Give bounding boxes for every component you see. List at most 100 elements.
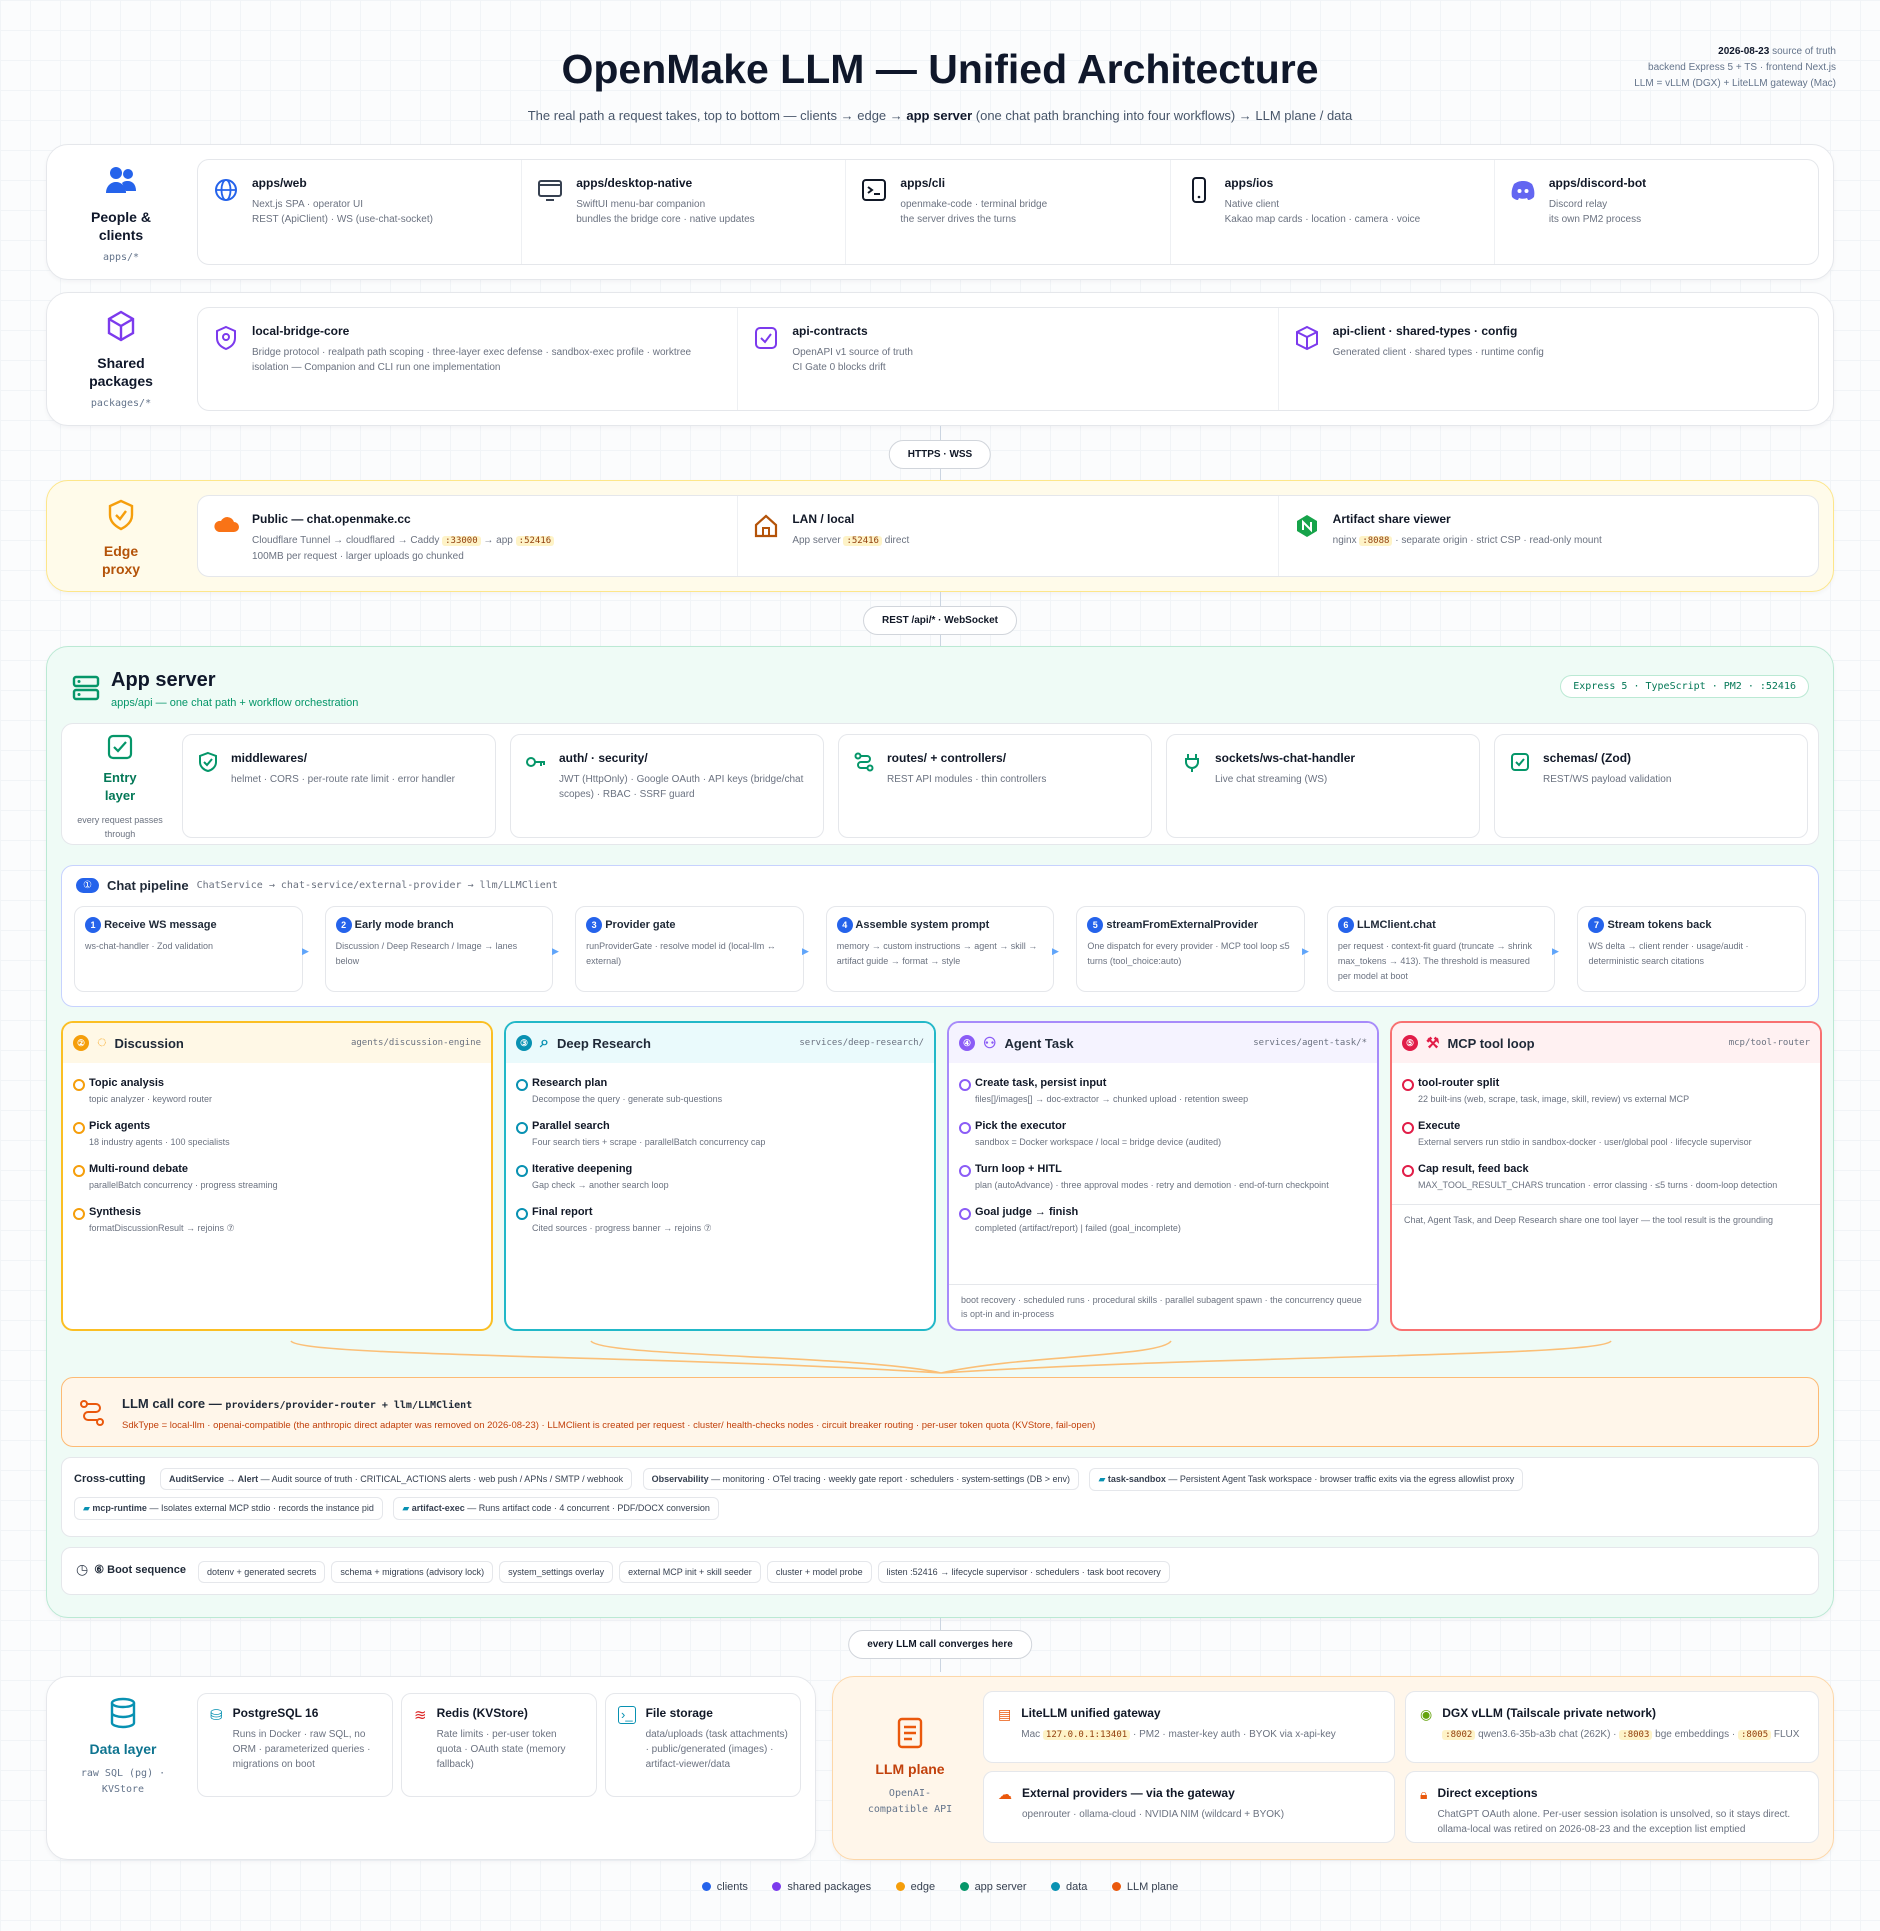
pipeline-step[interactable]: 4 Assemble system prompt memory → custom … xyxy=(825,906,1055,992)
pipeline-step[interactable]: 2 Early mode branch Discussion / Deep Res… xyxy=(324,906,554,992)
route-icon xyxy=(854,752,874,772)
boot-step: cluster + model probe xyxy=(766,1561,872,1583)
data-redis[interactable]: ≋ Redis (KVStore) Rate limits · per-user t… xyxy=(401,1693,597,1797)
docker-icon: ▰ xyxy=(402,1503,412,1513)
pipeline-step[interactable]: 7 Stream tokens back WS delta → client re… xyxy=(1577,906,1807,992)
data-postgres[interactable]: ⛁ PostgreSQL 16 Runs in Docker · raw SQL, … xyxy=(197,1693,393,1797)
page-title: OpenMake LLM — Unified Architecture xyxy=(561,46,1319,92)
cross-item[interactable]: ▰ task-sandbox — Persistent Agent Task w… xyxy=(1089,1468,1524,1491)
check-square-icon xyxy=(107,734,133,760)
boot-sequence: ◷ ⑥ Boot sequence dotenv + generated sec… xyxy=(61,1547,1819,1595)
home-icon xyxy=(755,514,778,538)
boot-step: system_settings overlay xyxy=(499,1561,614,1583)
entry-routes[interactable]: routes/ + controllers/REST API modules ·… xyxy=(838,734,1152,838)
shield-icon xyxy=(216,325,236,351)
workflow-agent-task[interactable]: ④ ⚇ Agent Task services/agent-task/* Create… xyxy=(947,1021,1379,1331)
edge-public[interactable]: Public — chat.openmake.cc Cloudflare Tunn… xyxy=(198,496,739,576)
server-icon xyxy=(72,675,100,701)
edge-artifact-viewer[interactable]: Artifact share viewer nginx :8088 · separ… xyxy=(1279,496,1818,576)
pipeline-steps: 1 Receive WS message ws-chat-handler · Zo… xyxy=(74,906,1807,992)
package-api-contracts[interactable]: api-contracts OpenAPI v1 source of truth C… xyxy=(738,308,1279,410)
boot-step: dotenv + generated secrets xyxy=(197,1561,326,1583)
arrow-right-icon: ▶ xyxy=(1302,946,1309,956)
robot-icon: ⚇ xyxy=(983,1035,997,1052)
pipeline-step[interactable]: 3 Provider gate runProviderGate · resolve… xyxy=(575,906,804,992)
phone-icon xyxy=(1191,177,1206,203)
cross-item[interactable]: Observability — monitoring · OTel tracin… xyxy=(642,1468,1080,1490)
terminal-icon xyxy=(862,179,887,201)
pipeline-header: ① Chat pipeline ChatService → chat-service… xyxy=(76,878,558,893)
arrow-right-icon: ▶ xyxy=(1552,946,1559,956)
chat-pipeline: ① Chat pipeline ChatService → chat-service… xyxy=(61,865,1819,1007)
package-api-client[interactable]: api-client · shared-types · config Genera… xyxy=(1279,308,1818,410)
legend-item: edge xyxy=(895,1881,935,1893)
lock-icon: 🔒︎ xyxy=(1420,1786,1428,1802)
https-wss-pill: HTTPS · WSS xyxy=(888,440,992,469)
arrow-right-icon: ▶ xyxy=(1052,946,1059,956)
people-icon xyxy=(106,167,136,193)
edge-lan[interactable]: LAN / local App server :52416 direct xyxy=(738,496,1279,576)
data-label: Data layer raw SQL (pg) · KVStore xyxy=(53,1697,193,1798)
chat-bubble-icon: ◌ xyxy=(97,1034,107,1051)
pipeline-step[interactable]: 5 streamFromExternalProvider One dispatch… xyxy=(1076,906,1305,992)
edge-band: Edge proxy Public — chat.openmake.cc Clou… xyxy=(46,480,1834,592)
legend-item: shared packages xyxy=(772,1881,871,1893)
search-icon: ⌕ xyxy=(540,1034,549,1051)
data-file-storage[interactable]: ›_ File storage data/uploads (task attachm… xyxy=(605,1693,801,1797)
llm-external-providers[interactable]: ☁ External providers — via the gateway ope… xyxy=(983,1771,1395,1843)
boot-step: external MCP init + skill seeder xyxy=(619,1561,761,1583)
edge-list: Public — chat.openmake.cc Cloudflare Tunn… xyxy=(197,495,1819,577)
docker-icon: ▰ xyxy=(83,1503,93,1513)
packages-list: local-bridge-core Bridge protocol · realp… xyxy=(197,307,1819,411)
cube-icon xyxy=(1295,325,1318,351)
route-icon xyxy=(80,1400,104,1426)
clients-band: People & clients apps/* apps/web Next.js … xyxy=(46,144,1834,280)
app-server-title: App server xyxy=(111,669,216,691)
client-web[interactable]: apps/web Next.js SPA · operator UI REST (A… xyxy=(198,160,523,264)
entry-middlewares[interactable]: middlewares/helmet · CORS · per-route ra… xyxy=(182,734,496,838)
cross-item[interactable]: AuditService → Alert — Audit source of t… xyxy=(159,1468,633,1490)
header-meta: 2026-08-23 source of truth backend Expre… xyxy=(1634,46,1836,89)
entry-schemas[interactable]: schemas/ (Zod) REST/WS payload validation xyxy=(1494,734,1808,838)
pipeline-step[interactable]: 6 LLMClient.chat per request · context-fi… xyxy=(1326,906,1556,992)
llm-litellm[interactable]: ▤ LiteLLM unified gateway Mac 127.0.0.1:13… xyxy=(983,1691,1395,1763)
check-square-icon xyxy=(755,327,778,349)
clients-list: apps/web Next.js SPA · operator UI REST (A… xyxy=(197,159,1819,265)
client-desktop-native[interactable]: apps/desktop-native SwiftUI menu-bar comp… xyxy=(522,160,847,264)
workflow-discussion[interactable]: ② ◌ Discussion agents/discussion-engine Top… xyxy=(61,1021,493,1331)
legend-item: app server xyxy=(959,1881,1027,1893)
legend-item: LLM plane xyxy=(1111,1881,1178,1893)
packages-band: Shared packages packages/* local-bridge-… xyxy=(46,292,1834,426)
cross-item[interactable]: ▰ mcp-runtime — Isolates external MCP st… xyxy=(74,1497,383,1520)
document-icon: ▤ xyxy=(998,1706,1012,1722)
database-icon xyxy=(110,1697,136,1729)
legend: clients shared packages edge app server … xyxy=(0,1878,1880,1896)
data-layer-band: Data layer raw SQL (pg) · KVStore ⛁ Postg… xyxy=(46,1676,816,1860)
llm-call-core[interactable]: LLM call core — providers/provider-route… xyxy=(61,1377,1819,1447)
layers-icon: ≋ xyxy=(414,1707,427,1724)
docker-icon: ▰ xyxy=(1098,1474,1108,1484)
client-discord-bot[interactable]: apps/discord-bot Discord relay its own PM2… xyxy=(1495,160,1818,264)
llm-plane-label: LLM plane OpenAI-compatible API xyxy=(845,1717,975,1818)
entry-sockets[interactable]: sockets/ws-chat-handler Live chat streami… xyxy=(1166,734,1480,838)
client-cli[interactable]: apps/cli openmake-code · terminal bridge t… xyxy=(846,160,1171,264)
llm-direct-exceptions[interactable]: 🔒︎ Direct exceptions ChatGPT OAuth alone. … xyxy=(1405,1771,1819,1843)
cross-cutting: Cross-cutting AuditService → Alert — Aud… xyxy=(61,1457,1819,1537)
entry-auth[interactable]: auth/ · security/JWT (HttpOnly) · Google… xyxy=(510,734,824,838)
llm-dgx-vllm[interactable]: ◉ DGX vLLM (Tailscale private network):80… xyxy=(1405,1691,1819,1763)
cross-item[interactable]: ▰ artifact-exec — Runs artifact code · 4… xyxy=(393,1497,719,1520)
app-server-subtitle: apps/api — one chat path + workflow orch… xyxy=(111,697,359,709)
monitor-icon xyxy=(538,180,563,201)
legend-item: clients xyxy=(701,1881,748,1893)
client-ios[interactable]: apps/ios Native client Kakao map cards · l… xyxy=(1171,160,1495,264)
globe-icon xyxy=(215,179,237,201)
workflow-deep-research[interactable]: ③ ⌕ Deep Research services/deep-research/ R… xyxy=(504,1021,936,1331)
workflow-mcp-tool-loop[interactable]: ⑤ ⚒ MCP tool loop mcp/tool-router tool-rout… xyxy=(1390,1021,1822,1331)
package-local-bridge-core[interactable]: local-bridge-core Bridge protocol · realp… xyxy=(198,308,739,410)
terminal-icon: ›_ xyxy=(618,1706,636,1724)
pipeline-step[interactable]: 1 Receive WS message ws-chat-handler · Zo… xyxy=(74,906,303,992)
wrench-icon: ⚒ xyxy=(1426,1035,1440,1052)
arrow-right-icon: ▶ xyxy=(552,946,559,956)
cloud-icon: ☁ xyxy=(998,1786,1012,1802)
check-square-icon xyxy=(1511,753,1529,771)
